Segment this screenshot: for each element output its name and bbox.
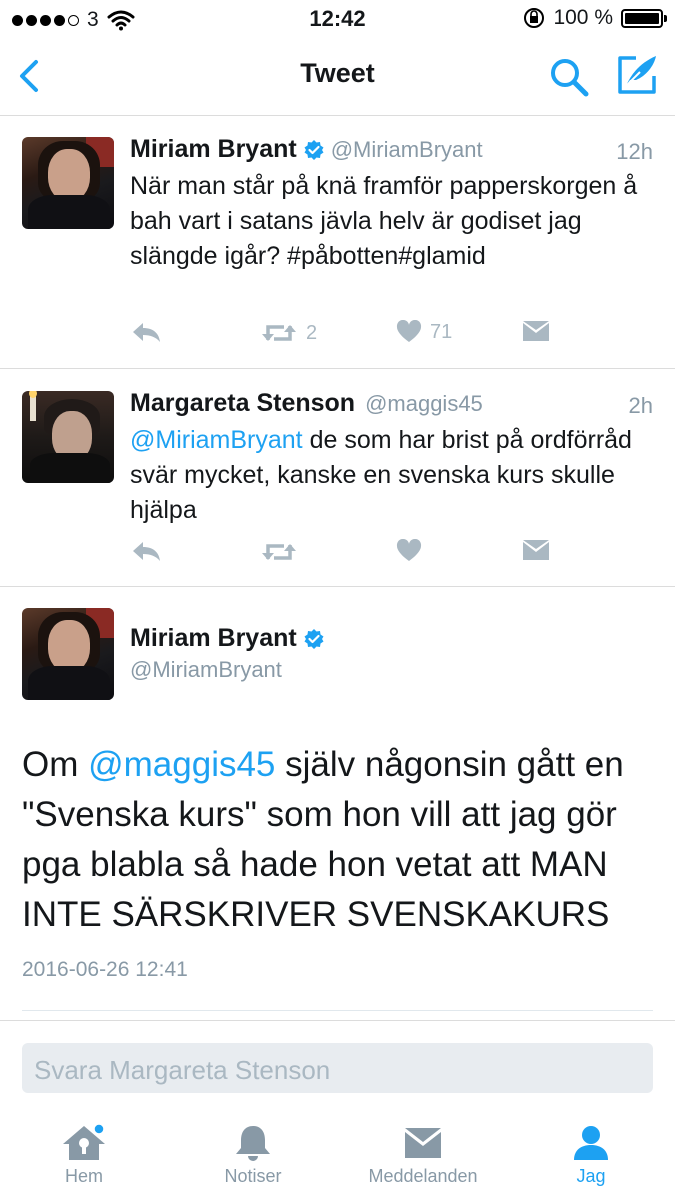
reply-button[interactable] <box>130 320 162 344</box>
divider <box>0 1020 675 1021</box>
envelope-icon <box>523 321 549 341</box>
tweet-actions <box>130 539 630 569</box>
verified-badge-icon <box>304 139 324 160</box>
author-handle: @maggis45 <box>365 390 483 416</box>
tweet-text: När man står på knä framför papperskorge… <box>130 172 638 270</box>
tweet-text: @MiriamBryant de som har brist på ordför… <box>130 423 653 528</box>
envelope-icon <box>523 540 549 560</box>
rotation-lock-icon <box>524 8 545 28</box>
avatar[interactable] <box>22 137 114 229</box>
author-name[interactable]: Miriam Bryant <box>130 624 297 653</box>
home-icon <box>63 1124 105 1160</box>
like-count: 71 <box>430 320 453 343</box>
tab-home[interactable]: Hem <box>4 1112 164 1187</box>
verified-badge-icon <box>304 628 324 649</box>
tab-notifications[interactable]: Notiser <box>173 1112 333 1187</box>
bell-icon <box>236 1126 270 1161</box>
mention-link[interactable]: @maggis45 <box>88 745 275 784</box>
reply-icon <box>133 323 160 342</box>
tab-messages[interactable]: Meddelanden <box>343 1112 503 1187</box>
navigation-bar: Tweet <box>0 38 675 116</box>
heart-icon <box>396 539 422 561</box>
avatar[interactable] <box>22 608 114 700</box>
compose-tweet-icon[interactable] <box>614 52 660 98</box>
search-icon[interactable] <box>548 56 590 98</box>
tweet-header: Miriam Bryant @MiriamBryant <box>130 135 483 164</box>
retweet-icon <box>262 325 296 341</box>
retweet-button[interactable]: 2 <box>260 320 317 346</box>
tweet-time: 2h <box>628 393 653 418</box>
tab-label: Meddelanden <box>368 1166 478 1186</box>
tweet-header: Margareta Stenson @maggis45 <box>130 389 483 418</box>
reply-button[interactable] <box>130 539 162 563</box>
like-button[interactable] <box>396 539 422 563</box>
author-handle: @MiriamBryant <box>330 136 483 162</box>
heart-icon <box>396 320 422 342</box>
retweet-button[interactable] <box>260 539 298 565</box>
direct-message-button[interactable] <box>522 320 550 342</box>
retweet-icon <box>262 544 296 560</box>
status-right: 100 % <box>523 6 667 30</box>
mention-link[interactable]: @MiriamBryant <box>130 426 303 454</box>
battery-percent: 100 % <box>553 6 613 29</box>
tab-label: Notiser <box>224 1166 282 1186</box>
divider <box>22 1010 653 1011</box>
battery-icon <box>621 8 667 28</box>
tweet-text-start: Om <box>22 745 89 784</box>
tweet-item[interactable]: Margareta Stenson @maggis45 2h @MiriamBr… <box>0 369 675 587</box>
direct-message-button[interactable] <box>522 539 550 561</box>
author-handle: @MiriamBryant <box>130 657 282 682</box>
tab-label: Hem <box>64 1166 103 1186</box>
reply-input[interactable]: Svara Margareta Stenson <box>22 1043 653 1093</box>
tab-label: Jag <box>576 1166 606 1186</box>
tweet-timestamp: 2016-06-26 12:41 <box>22 958 188 981</box>
tab-bar: Hem Notiser Meddelanden Jag <box>0 1112 675 1200</box>
focused-tweet-text: Om @maggis45 själv någonsin gått en "Sve… <box>22 740 653 940</box>
tweet-item[interactable]: Miriam Bryant @MiriamBryant 12h När man … <box>0 117 675 369</box>
like-button[interactable]: 71 <box>396 320 452 344</box>
envelope-icon <box>405 1128 441 1158</box>
person-icon <box>574 1126 608 1160</box>
tab-me[interactable]: Jag <box>511 1112 671 1187</box>
author-name[interactable]: Miriam Bryant <box>130 135 297 164</box>
tweet-actions: 2 71 <box>130 320 630 350</box>
tweet-time: 12h <box>616 139 653 164</box>
retweet-count: 2 <box>306 321 318 344</box>
author-name[interactable]: Margareta Stenson <box>130 389 355 418</box>
focused-tweet-header: Miriam Bryant <box>130 624 331 653</box>
status-bar: 3 12:42 100 % <box>0 0 675 38</box>
avatar[interactable] <box>22 391 114 483</box>
reply-icon <box>133 542 160 561</box>
